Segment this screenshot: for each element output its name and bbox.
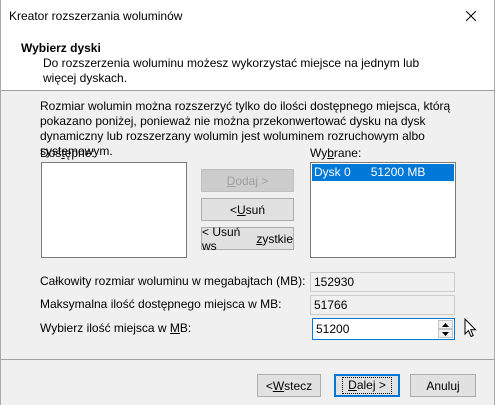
wizard-header: Wybierz dyski Do rozszerzenia woluminu m… bbox=[1, 31, 494, 91]
list-item[interactable]: Dysk 0 51200 MB bbox=[312, 164, 454, 181]
disk-size: 51200 MB bbox=[370, 165, 426, 179]
available-label: Dostępne: bbox=[40, 146, 95, 160]
next-button[interactable]: Dalej > bbox=[334, 374, 400, 397]
description-text: Rozmiar wolumin można rozszerzyć tylko d… bbox=[40, 99, 451, 158]
total-size-label: Całkowity rozmiar woluminu w megabajtach… bbox=[40, 274, 306, 288]
max-space-label: Maksymalna ilość dostępnego miejsca w MB… bbox=[40, 297, 282, 311]
focus-indicator: Dalej > bbox=[342, 377, 392, 394]
add-button[interactable]: Dodaj > bbox=[201, 169, 294, 192]
remove-button[interactable]: < Usuń bbox=[201, 198, 294, 221]
close-icon bbox=[466, 10, 476, 21]
page-subtitle: Do rozszerzenia woluminu możesz wykorzys… bbox=[43, 56, 420, 85]
mouse-cursor-icon bbox=[464, 318, 477, 338]
disk-name: Dysk 0 bbox=[314, 165, 351, 179]
choose-space-label: Wybierz ilość miejsca w MB: bbox=[40, 321, 192, 335]
spinner-buttons bbox=[438, 320, 453, 338]
remove-all-button[interactable]: < Usuń ws z ystkie bbox=[201, 225, 294, 253]
page-title: Wybierz dyski bbox=[21, 41, 101, 55]
back-button[interactable]: < Wstecz bbox=[257, 374, 321, 397]
spin-down-button[interactable] bbox=[438, 329, 453, 338]
space-amount-input[interactable] bbox=[315, 320, 436, 338]
spin-up-button[interactable] bbox=[438, 320, 453, 329]
arrow-up-icon bbox=[442, 322, 449, 327]
dialog-window: Kreator rozszerzania woluminów Wybierz d… bbox=[0, 0, 495, 405]
footer-separator bbox=[1, 359, 494, 360]
selected-label: Wybrane: bbox=[310, 146, 362, 160]
close-button[interactable] bbox=[448, 0, 494, 31]
cancel-button[interactable]: Anuluj bbox=[410, 374, 476, 397]
title-bar: Kreator rozszerzania woluminów bbox=[1, 0, 494, 31]
arrow-down-icon bbox=[442, 331, 449, 336]
space-amount-spinner[interactable] bbox=[312, 318, 455, 340]
window-title: Kreator rozszerzania woluminów bbox=[9, 9, 183, 23]
available-disks-list[interactable] bbox=[41, 162, 187, 258]
selected-disks-list[interactable]: Dysk 0 51200 MB bbox=[310, 162, 456, 258]
total-size-value: 152930 bbox=[310, 272, 455, 292]
max-space-value: 51766 bbox=[310, 295, 455, 315]
